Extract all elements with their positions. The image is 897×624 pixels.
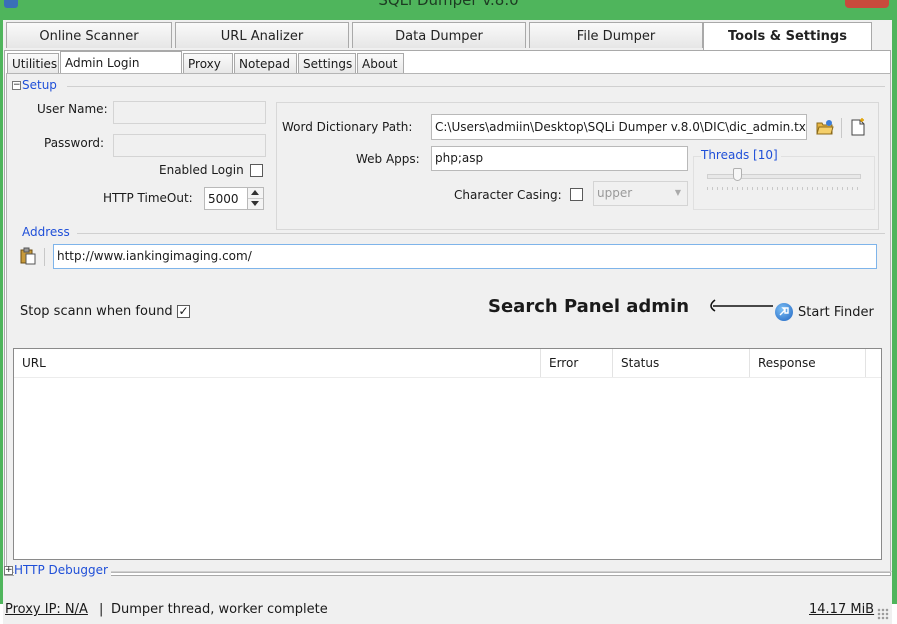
tab-url-analizer[interactable]: URL Analizer [175, 22, 349, 48]
threads-slider-handle[interactable] [733, 168, 742, 181]
web-apps-label: Web Apps: [356, 152, 420, 166]
stop-scan-label: Stop scann when found [20, 304, 173, 319]
start-finder-label: Start Finder [798, 305, 874, 320]
tab-online-scanner[interactable]: Online Scanner [6, 22, 172, 48]
start-icon [775, 303, 793, 321]
tab-file-dumper[interactable]: File Dumper [529, 22, 703, 48]
tab-data-dumper[interactable]: Data Dumper [352, 22, 526, 48]
http-debugger-title[interactable]: HTTP Debugger [14, 563, 111, 577]
status-bar: Proxy IP: N/A | Dumper thread, worker co… [3, 594, 892, 624]
new-file-icon[interactable] [847, 116, 869, 138]
folder-open-icon[interactable] [814, 116, 836, 138]
threads-label: Threads [10] [701, 148, 781, 162]
search-panel-annotation: Search Panel admin [488, 296, 690, 317]
character-casing-label: Character Casing: [454, 188, 562, 202]
title-bar: SQLi Dumper v.8.0 [0, 0, 897, 20]
http-timeout-input[interactable]: 5000 [204, 187, 248, 210]
character-casing-value: upper [597, 186, 633, 200]
subtab-admin-login-finder[interactable]: Admin Login Finder [60, 51, 182, 92]
address-separator [44, 248, 45, 266]
column-url[interactable]: URL [14, 349, 541, 377]
main-area: Online Scanner URL Analizer Data Dumper … [3, 20, 892, 624]
status-message: Dumper thread, worker complete [111, 602, 328, 617]
resize-grip-icon[interactable] [877, 608, 889, 620]
column-response[interactable]: Response [750, 349, 866, 377]
collapse-icon[interactable]: − [12, 81, 21, 90]
proxy-status[interactable]: Proxy IP: N/A [5, 602, 88, 617]
http-debugger-divider [111, 571, 892, 572]
expand-icon[interactable]: + [4, 566, 13, 575]
word-dictionary-input[interactable]: C:\Users\admiin\Desktop\SQLi Dumper v.8.… [431, 114, 807, 140]
column-status[interactable]: Status [613, 349, 750, 377]
stepper-down-icon[interactable] [251, 201, 259, 206]
http-timeout-stepper[interactable] [248, 187, 264, 210]
subtab-utilities[interactable]: Utilities [7, 53, 59, 73]
subtab-notepad[interactable]: Notepad [234, 53, 297, 73]
tab-tools-settings[interactable]: Tools & Settings [703, 22, 872, 51]
memory-usage: 14.17 MiB [809, 602, 875, 617]
web-apps-input[interactable]: php;asp [431, 146, 688, 171]
subtab-proxy[interactable]: Proxy [183, 53, 233, 73]
stop-scan-checkbox[interactable]: ✓ [177, 305, 190, 318]
arrow-left-icon [705, 298, 775, 315]
enabled-login-label: Enabled Login [159, 163, 244, 177]
start-finder-button[interactable]: Start Finder [775, 301, 879, 323]
address-title: Address [22, 225, 73, 239]
column-error[interactable]: Error [541, 349, 613, 377]
http-timeout-label: HTTP TimeOut: [103, 191, 193, 205]
character-casing-checkbox[interactable] [570, 188, 583, 201]
stepper-divider [248, 198, 263, 199]
status-separator: | [99, 602, 104, 617]
username-label: User Name: [37, 102, 108, 116]
toolbar-separator [841, 118, 842, 138]
threads-slider-track[interactable] [707, 174, 861, 179]
stepper-up-icon[interactable] [251, 190, 259, 195]
password-label: Password: [44, 136, 105, 150]
subtab-about[interactable]: About [357, 53, 404, 73]
window-title: SQLi Dumper v.8.0 [378, 0, 519, 9]
threads-box [693, 156, 875, 210]
results-list[interactable]: URL Error Status Response [13, 348, 882, 560]
username-input[interactable] [113, 101, 266, 124]
word-dictionary-label: Word Dictionary Path: [282, 120, 413, 134]
chevron-down-icon: ▼ [674, 188, 681, 197]
setup-divider [67, 86, 885, 87]
address-divider [77, 233, 885, 234]
paste-icon[interactable] [17, 245, 39, 267]
address-input[interactable]: http://www.iankingimaging.com/ [53, 244, 877, 269]
enabled-login-checkbox[interactable] [250, 164, 263, 177]
close-button[interactable] [845, 0, 889, 8]
window-frame-right [892, 20, 897, 604]
setup-title: Setup [22, 78, 60, 92]
subtab-settings[interactable]: Settings [298, 53, 356, 73]
password-input[interactable] [113, 134, 266, 157]
character-casing-select[interactable]: upper ▼ [593, 181, 688, 206]
threads-slider-ticks [707, 187, 859, 190]
